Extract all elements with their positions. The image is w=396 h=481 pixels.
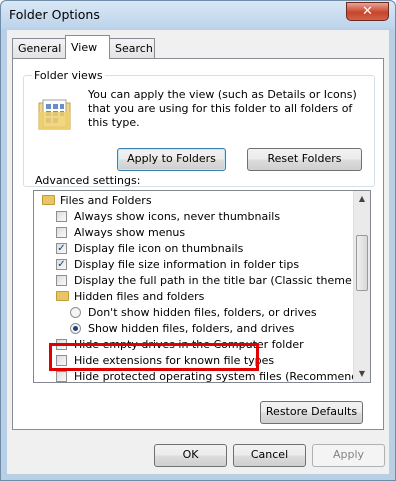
folder-views-icon <box>38 99 71 130</box>
checkbox[interactable]: ✓ <box>56 259 67 270</box>
cancel-button[interactable]: Cancel <box>233 444 306 467</box>
tree-item-label: Display file size information in folder … <box>74 258 300 271</box>
tab-search[interactable]: Search <box>109 38 155 58</box>
tab-view[interactable]: View <box>65 35 110 59</box>
folder-views-group: Folder views You can apply the view (suc… <box>23 69 375 187</box>
button-label: Reset Folders <box>267 152 342 165</box>
button-label: Restore Defaults <box>265 405 358 418</box>
apply-to-folders-button[interactable]: Apply to Folders <box>117 148 226 171</box>
checkbox[interactable] <box>56 227 67 238</box>
scroll-down-arrow-icon[interactable]: ▼ <box>354 366 370 382</box>
checkbox[interactable]: ✓ <box>56 243 67 254</box>
window-title: Folder Options <box>9 7 100 22</box>
scrollbar-thumb[interactable] <box>356 235 368 291</box>
tree-item-label: Files and Folders <box>60 194 152 207</box>
advanced-settings-label: Advanced settings: <box>35 174 141 187</box>
tree-item-label: Show hidden files, folders, and drives <box>88 322 295 335</box>
button-label: Apply to Folders <box>127 152 216 165</box>
folder-views-description: You can apply the view (such as Details … <box>88 88 357 129</box>
tree-item-label: Hidden files and folders <box>74 290 205 303</box>
tree-item-label: Display the full path in the title bar (… <box>74 274 371 287</box>
button-label: Cancel <box>250 448 289 461</box>
highlight-box <box>49 343 259 371</box>
title-bar[interactable]: Folder Options ✕ <box>1 1 395 29</box>
tree-item-label: Display file icon on thumbnails <box>74 242 244 255</box>
checkbox[interactable] <box>56 275 67 286</box>
tree-scrollbar[interactable]: ▲ ▼ <box>353 191 370 382</box>
radio-button[interactable] <box>70 323 81 334</box>
tab-label: Search <box>115 42 153 55</box>
tab-label: General <box>18 42 62 55</box>
tab-label: View <box>71 41 98 54</box>
folder-icon <box>42 195 55 205</box>
checkbox[interactable] <box>56 371 67 382</box>
apply-button[interactable]: Apply <box>312 444 385 467</box>
tab-general[interactable]: General <box>12 38 66 58</box>
close-icon: ✕ <box>362 4 373 19</box>
dialog-client: General View Search Folder views You can… <box>7 30 389 474</box>
tree-item-label: Hide protected operating system files (R… <box>74 370 371 383</box>
button-label: Apply <box>332 448 365 461</box>
checkbox[interactable] <box>56 211 67 222</box>
reset-folders-button[interactable]: Reset Folders <box>247 148 362 171</box>
tree-item-label: Don't show hidden files, folders, or dri… <box>88 306 317 319</box>
ok-button[interactable]: OK <box>154 444 227 467</box>
radio-button[interactable] <box>70 307 81 318</box>
tree-item-label: Always show menus <box>74 226 186 239</box>
scroll-up-arrow-icon[interactable]: ▲ <box>354 191 370 207</box>
restore-defaults-button[interactable]: Restore Defaults <box>260 401 363 424</box>
folder-views-label: Folder views <box>32 69 105 82</box>
button-label: OK <box>182 448 199 461</box>
close-button[interactable]: ✕ <box>346 2 389 21</box>
folder-options-window: Folder Options ✕ General View Search Fol… <box>0 0 396 481</box>
tree-item-label: Always show icons, never thumbnails <box>74 210 281 223</box>
folder-icon <box>56 291 69 301</box>
